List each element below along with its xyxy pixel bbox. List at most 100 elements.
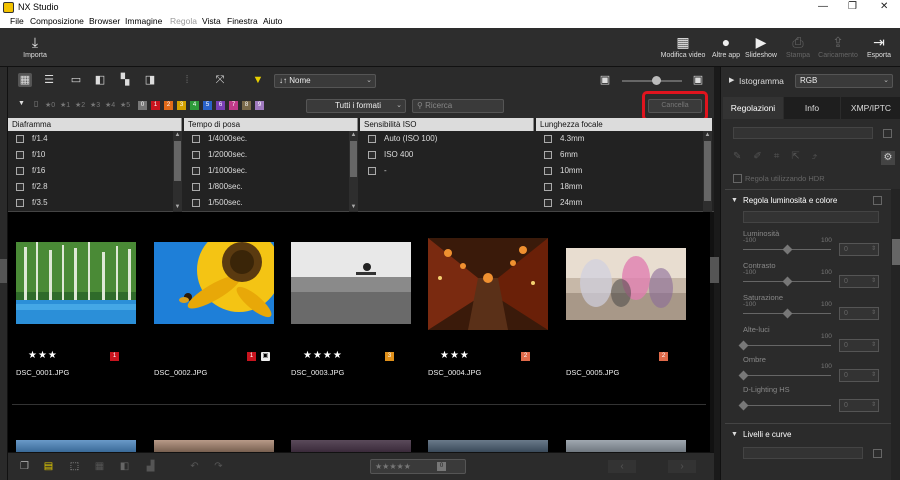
checkbox[interactable]	[192, 199, 200, 207]
slider-value-input[interactable]: 0 ⇕	[839, 275, 879, 288]
frame-icon[interactable]: ⬚	[68, 460, 81, 473]
checkbox[interactable]	[192, 167, 200, 175]
filter-row[interactable]: 18mm	[536, 179, 712, 195]
checkbox[interactable]	[16, 199, 24, 207]
thumb-small-icon[interactable]: ▣	[598, 73, 612, 87]
thumbnail-image[interactable]	[566, 248, 686, 320]
filter-row[interactable]: 6mm	[536, 147, 712, 163]
thumbnail-partial[interactable]	[154, 440, 274, 452]
star-filter-2[interactable]: ★2	[75, 101, 85, 109]
preset-select[interactable]	[733, 127, 873, 139]
tab-xmp-iptc[interactable]: XMP/IPTC	[841, 97, 900, 119]
slider-track[interactable]	[743, 345, 831, 346]
collapse-filter-icon[interactable]: ▼	[18, 100, 25, 107]
rotate-right-icon[interactable]: ↷	[212, 460, 225, 473]
preset-checkbox[interactable]	[883, 129, 892, 138]
slider-value-input[interactable]: 0 ⇕	[839, 243, 879, 256]
slider-value-input[interactable]: 0 ⇕	[839, 339, 879, 352]
slider-knob[interactable]	[738, 340, 749, 351]
fit-icon[interactable]: ⤧	[213, 73, 227, 87]
section-checkbox[interactable]	[873, 196, 882, 205]
slider-track[interactable]	[743, 375, 831, 376]
filter-row[interactable]: 1/500sec.	[184, 195, 358, 211]
compare-view-icon[interactable]: ▚	[118, 73, 132, 87]
thumbnail-image[interactable]	[16, 242, 136, 324]
histogram-icon[interactable]: ▟	[144, 460, 157, 473]
rating-zero[interactable]: 0	[437, 462, 446, 471]
upload-button[interactable]: ⇪ Caricamento	[816, 34, 860, 59]
arrange-icon[interactable]: ⁞	[180, 73, 194, 87]
checkbox[interactable]	[368, 135, 376, 143]
checkbox[interactable]	[16, 151, 24, 159]
star-filter-5[interactable]: ★5	[120, 101, 130, 109]
slider-track[interactable]	[743, 405, 831, 406]
hdr-checkbox[interactable]	[733, 174, 742, 183]
format-select[interactable]: Tutti i formati ⌄	[306, 99, 406, 113]
checkbox[interactable]	[544, 183, 552, 191]
before-after-icon[interactable]: ◨	[143, 73, 157, 87]
scrollbar[interactable]: ▲ ▼	[173, 131, 182, 212]
menu-browser[interactable]: Browser	[89, 16, 120, 26]
video-edit-button[interactable]: ▦ Modifica video	[660, 34, 706, 59]
menu-regola[interactable]: Regola	[170, 16, 197, 26]
settings-gear-icon[interactable]: ⚙	[881, 151, 895, 165]
adjust-tool-icons[interactable]: ✎✐⌗⇱⤴	[733, 151, 829, 162]
maximize-button[interactable]: ❐	[848, 1, 857, 12]
filter-row[interactable]: 1/1000sec.	[184, 163, 358, 179]
info-icon[interactable]: ◧	[118, 460, 131, 473]
color-label-filter-0[interactable]: 0	[138, 101, 147, 110]
histogram-channel-select[interactable]: RGB ⌄	[795, 74, 893, 88]
list-view-icon[interactable]: ☰	[42, 73, 56, 87]
color-label-filter-7[interactable]: 7	[229, 101, 238, 110]
lock-icon[interactable]: ▯	[34, 99, 38, 108]
filter-row[interactable]: -	[360, 163, 534, 179]
sort-select[interactable]: ↓↑ Nome ⌄	[274, 74, 376, 88]
slider-value-input[interactable]: 0 ⇕	[839, 399, 879, 412]
rating-control[interactable]: ★★★★★ 0	[370, 459, 466, 474]
filter-row[interactable]: f/1.4	[8, 131, 182, 147]
slider-value-input[interactable]: 0 ⇕	[839, 369, 879, 382]
filter-row[interactable]: f/10	[8, 147, 182, 163]
star-filter-1[interactable]: ★1	[60, 101, 70, 109]
checkbox[interactable]	[16, 183, 24, 191]
expand-icon[interactable]: ▶	[729, 76, 734, 84]
menu-immagine[interactable]: Immagine	[125, 16, 162, 26]
slider-knob[interactable]	[738, 400, 749, 411]
grid-icon[interactable]: ▦	[93, 460, 106, 473]
spinner-icon[interactable]: ⇕	[871, 370, 876, 381]
slider-knob[interactable]	[782, 276, 793, 287]
filter-row[interactable]: 1/800sec.	[184, 179, 358, 195]
single-view-icon[interactable]: ▭	[69, 73, 83, 87]
checkbox[interactable]	[368, 151, 376, 159]
color-label-filter-8[interactable]: 8	[242, 101, 251, 110]
filmstrip-view-icon[interactable]: ◧	[93, 73, 107, 87]
color-label-filter-2[interactable]: 2	[164, 101, 173, 110]
filter-row[interactable]: f/2.8	[8, 179, 182, 195]
tab-info[interactable]: Info	[784, 97, 840, 119]
menu-composizione[interactable]: Composizione	[30, 16, 84, 26]
picture-control-select[interactable]	[743, 211, 879, 223]
checkbox[interactable]	[192, 183, 200, 191]
filter-row[interactable]: 24mm	[536, 195, 712, 211]
print-button[interactable]: ⎙ Stampa	[782, 34, 814, 59]
slider-value-input[interactable]: 0 ⇕	[839, 307, 879, 320]
thumbnail-image[interactable]	[428, 238, 548, 330]
star-filter-0[interactable]: ★0	[45, 101, 55, 109]
stack-icon[interactable]: ❐	[18, 460, 31, 473]
next-button[interactable]: ›	[668, 460, 696, 473]
star-filter-3[interactable]: ★3	[90, 101, 100, 109]
menu-file[interactable]: File	[10, 16, 24, 26]
menu-finestra[interactable]: Finestra	[227, 16, 258, 26]
filter-row[interactable]: 1/4000sec.	[184, 131, 358, 147]
spinner-icon[interactable]: ⇕	[871, 340, 876, 351]
other-apps-button[interactable]: ● Altre app	[711, 34, 741, 59]
right-panel-scrollbar[interactable]	[891, 189, 900, 480]
tab-regolazioni[interactable]: Regolazioni	[723, 97, 783, 119]
thumb-size-knob[interactable]	[652, 76, 661, 85]
slideshow-button[interactable]: ▶ Slideshow	[744, 34, 778, 59]
color-label-filter-5[interactable]: 5	[203, 101, 212, 110]
grid-view-icon[interactable]: ▦	[18, 73, 32, 87]
thumbnail-partial[interactable]	[566, 440, 686, 452]
import-button[interactable]: ⤓ Importa	[18, 34, 52, 59]
thumbnail-image[interactable]	[154, 242, 274, 324]
